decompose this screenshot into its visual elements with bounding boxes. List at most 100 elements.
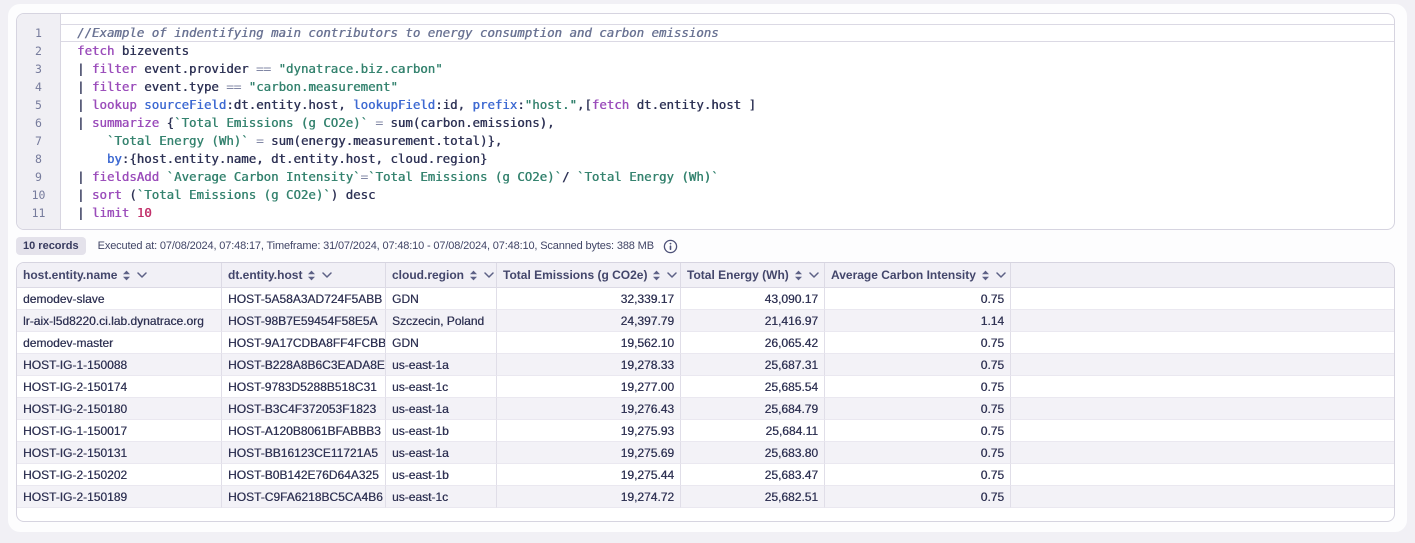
chevron-down-icon[interactable] bbox=[322, 272, 333, 278]
column-header-average-carbon-intensity[interactable]: Average Carbon Intensity bbox=[825, 263, 1011, 288]
table-cell[interactable]: 25,683.47 bbox=[681, 464, 825, 486]
table-cell[interactable]: 0.75 bbox=[825, 288, 1011, 310]
code-token-keyword: summarize bbox=[91, 115, 160, 130]
code-line[interactable]: | filter event.provider == "dynatrace.bi… bbox=[61, 60, 1394, 78]
table-cell[interactable]: HOST-9A17CDBA8FF4FCBB bbox=[222, 332, 386, 354]
line-number: 9 bbox=[35, 170, 42, 184]
table-cell[interactable]: 1.14 bbox=[825, 310, 1011, 332]
table-cell[interactable]: HOST-B0B142E76D64A325 bbox=[222, 464, 386, 486]
table-cell[interactable]: 25,685.54 bbox=[681, 376, 825, 398]
table-cell[interactable]: us-east-1c bbox=[386, 486, 497, 508]
table-cell[interactable]: 25,684.11 bbox=[681, 420, 825, 442]
sort-icon[interactable] bbox=[981, 270, 990, 281]
chevron-down-icon[interactable] bbox=[484, 272, 494, 278]
code-line[interactable]: fetch bizevents bbox=[61, 42, 1394, 60]
table-cell[interactable]: HOST-A120B8061BFABBB3 bbox=[222, 420, 386, 442]
table-cell[interactable]: HOST-IG-1-150017 bbox=[17, 420, 222, 442]
table-cell[interactable]: us-east-1b bbox=[386, 420, 497, 442]
table-cell[interactable]: HOST-IG-2-150180 bbox=[17, 398, 222, 420]
code-line[interactable]: | fieldsAdd `Average Carbon Intensity`=`… bbox=[61, 168, 1394, 186]
chevron-down-icon[interactable] bbox=[137, 272, 148, 278]
chevron-down-icon[interactable] bbox=[667, 272, 678, 278]
code-token-operator: = bbox=[375, 115, 383, 130]
table-cell[interactable]: demodev-master bbox=[17, 332, 222, 354]
table-cell[interactable]: HOST-B3C4F372053F1823 bbox=[222, 398, 386, 420]
column-header-total-energy-wh[interactable]: Total Energy (Wh) bbox=[681, 263, 825, 288]
code-line[interactable]: | summarize {`Total Emissions (g CO2e)` … bbox=[61, 114, 1394, 132]
table-cell[interactable]: 19,276.43 bbox=[497, 398, 681, 420]
table-cell[interactable]: 21,416.97 bbox=[681, 310, 825, 332]
code-line[interactable]: | sort (`Total Emissions (g CO2e)`) desc bbox=[61, 186, 1394, 204]
table-cell[interactable]: 0.75 bbox=[825, 464, 1011, 486]
table-cell[interactable]: 25,684.79 bbox=[681, 398, 825, 420]
chevron-down-icon[interactable] bbox=[996, 272, 1006, 278]
table-cell[interactable]: 19,275.93 bbox=[497, 420, 681, 442]
sort-icon[interactable] bbox=[122, 270, 131, 281]
table-cell[interactable]: 19,278.33 bbox=[497, 354, 681, 376]
column-header-host-entity-name[interactable]: host.entity.name bbox=[17, 263, 222, 288]
table-cell[interactable]: HOST-5A58A3AD724F5ABB bbox=[222, 288, 386, 310]
table-cell[interactable]: 25,687.31 bbox=[681, 354, 825, 376]
code-token-keyword: fieldsAdd bbox=[91, 169, 160, 184]
table-cell[interactable]: 0.75 bbox=[825, 442, 1011, 464]
dql-query-editor[interactable]: 1 2 3 4 5 6 7 8 9 10 11 //Example of indentifying … bbox=[16, 13, 1395, 230]
table-cell[interactable]: us-east-1b bbox=[386, 464, 497, 486]
sort-icon[interactable] bbox=[307, 270, 316, 281]
table-cell[interactable]: 24,397.79 bbox=[497, 310, 681, 332]
table-cell[interactable]: lr-aix-l5d8220.ci.lab.dynatrace.org bbox=[17, 310, 222, 332]
line-number: 5 bbox=[35, 98, 42, 112]
table-cell[interactable]: us-east-1c bbox=[386, 376, 497, 398]
table-cell[interactable]: us-east-1a bbox=[386, 442, 497, 464]
table-cell[interactable]: 26,065.42 bbox=[681, 332, 825, 354]
table-cell[interactable]: 32,339.17 bbox=[497, 288, 681, 310]
table-cell[interactable]: 19,274.72 bbox=[497, 486, 681, 508]
table-cell[interactable]: 0.75 bbox=[825, 486, 1011, 508]
table-cell[interactable]: demodev-slave bbox=[17, 288, 222, 310]
code-line[interactable]: `Total Energy (Wh)` = sum(energy.measure… bbox=[61, 132, 1394, 150]
table-cell[interactable]: us-east-1a bbox=[386, 354, 497, 376]
table-cell[interactable]: HOST-9783D5288B518C31 bbox=[222, 376, 386, 398]
column-header-total-emissions-g-co2e[interactable]: Total Emissions (g CO2e) bbox=[497, 263, 681, 288]
table-cell[interactable]: 19,562.10 bbox=[497, 332, 681, 354]
table-cell-filler bbox=[1011, 398, 1394, 420]
table-cell[interactable]: 0.75 bbox=[825, 398, 1011, 420]
table-cell[interactable]: 0.75 bbox=[825, 354, 1011, 376]
code-token-param: lookupField bbox=[353, 97, 436, 112]
table-cell[interactable]: HOST-C9FA6218BC5CA4B6 bbox=[222, 486, 386, 508]
table-cell[interactable]: GDN bbox=[386, 288, 497, 310]
table-cell[interactable]: 19,275.69 bbox=[497, 442, 681, 464]
table-cell[interactable]: HOST-IG-2-150131 bbox=[17, 442, 222, 464]
code-line[interactable]: | lookup sourceField:dt.entity.host, loo… bbox=[61, 96, 1394, 114]
table-cell[interactable]: 25,682.51 bbox=[681, 486, 825, 508]
table-cell[interactable]: GDN bbox=[386, 332, 497, 354]
code-token-plain: event.type bbox=[136, 79, 227, 94]
table-cell[interactable]: 43,090.17 bbox=[681, 288, 825, 310]
editor-code-area[interactable]: //Example of indentifying main contribut… bbox=[61, 14, 1394, 229]
code-line-active[interactable]: //Example of indentifying main contribut… bbox=[61, 24, 1394, 42]
chevron-down-icon[interactable] bbox=[809, 272, 819, 278]
sort-icon[interactable] bbox=[794, 270, 803, 281]
table-cell[interactable]: HOST-IG-1-150088 bbox=[17, 354, 222, 376]
table-cell[interactable]: HOST-IG-2-150189 bbox=[17, 486, 222, 508]
table-cell[interactable]: 25,683.80 bbox=[681, 442, 825, 464]
code-line[interactable]: | filter event.type == "carbon.measureme… bbox=[61, 78, 1394, 96]
table-cell[interactable]: us-east-1a bbox=[386, 398, 497, 420]
code-line[interactable]: | limit 10 bbox=[61, 204, 1394, 222]
table-cell[interactable]: HOST-98B7E59454F58E5A bbox=[222, 310, 386, 332]
code-line[interactable]: by:{host.entity.name, dt.entity.host, cl… bbox=[61, 150, 1394, 168]
info-icon[interactable] bbox=[663, 239, 678, 254]
table-cell[interactable]: 0.75 bbox=[825, 376, 1011, 398]
table-cell[interactable]: Szczecin, Poland bbox=[386, 310, 497, 332]
table-cell[interactable]: HOST-BB16123CE11721A5 bbox=[222, 442, 386, 464]
table-cell[interactable]: HOST-IG-2-150174 bbox=[17, 376, 222, 398]
table-cell[interactable]: 19,275.44 bbox=[497, 464, 681, 486]
column-header-cloud-region[interactable]: cloud.region bbox=[386, 263, 497, 288]
table-cell[interactable]: HOST-IG-2-150202 bbox=[17, 464, 222, 486]
table-cell[interactable]: 0.75 bbox=[825, 332, 1011, 354]
column-header-dt-entity-host[interactable]: dt.entity.host bbox=[222, 263, 386, 288]
table-cell[interactable]: 0.75 bbox=[825, 420, 1011, 442]
sort-icon[interactable] bbox=[652, 270, 661, 281]
table-cell[interactable]: HOST-B228A8B6C3EADA8E bbox=[222, 354, 386, 376]
table-cell[interactable]: 19,277.00 bbox=[497, 376, 681, 398]
sort-icon[interactable] bbox=[469, 270, 478, 281]
